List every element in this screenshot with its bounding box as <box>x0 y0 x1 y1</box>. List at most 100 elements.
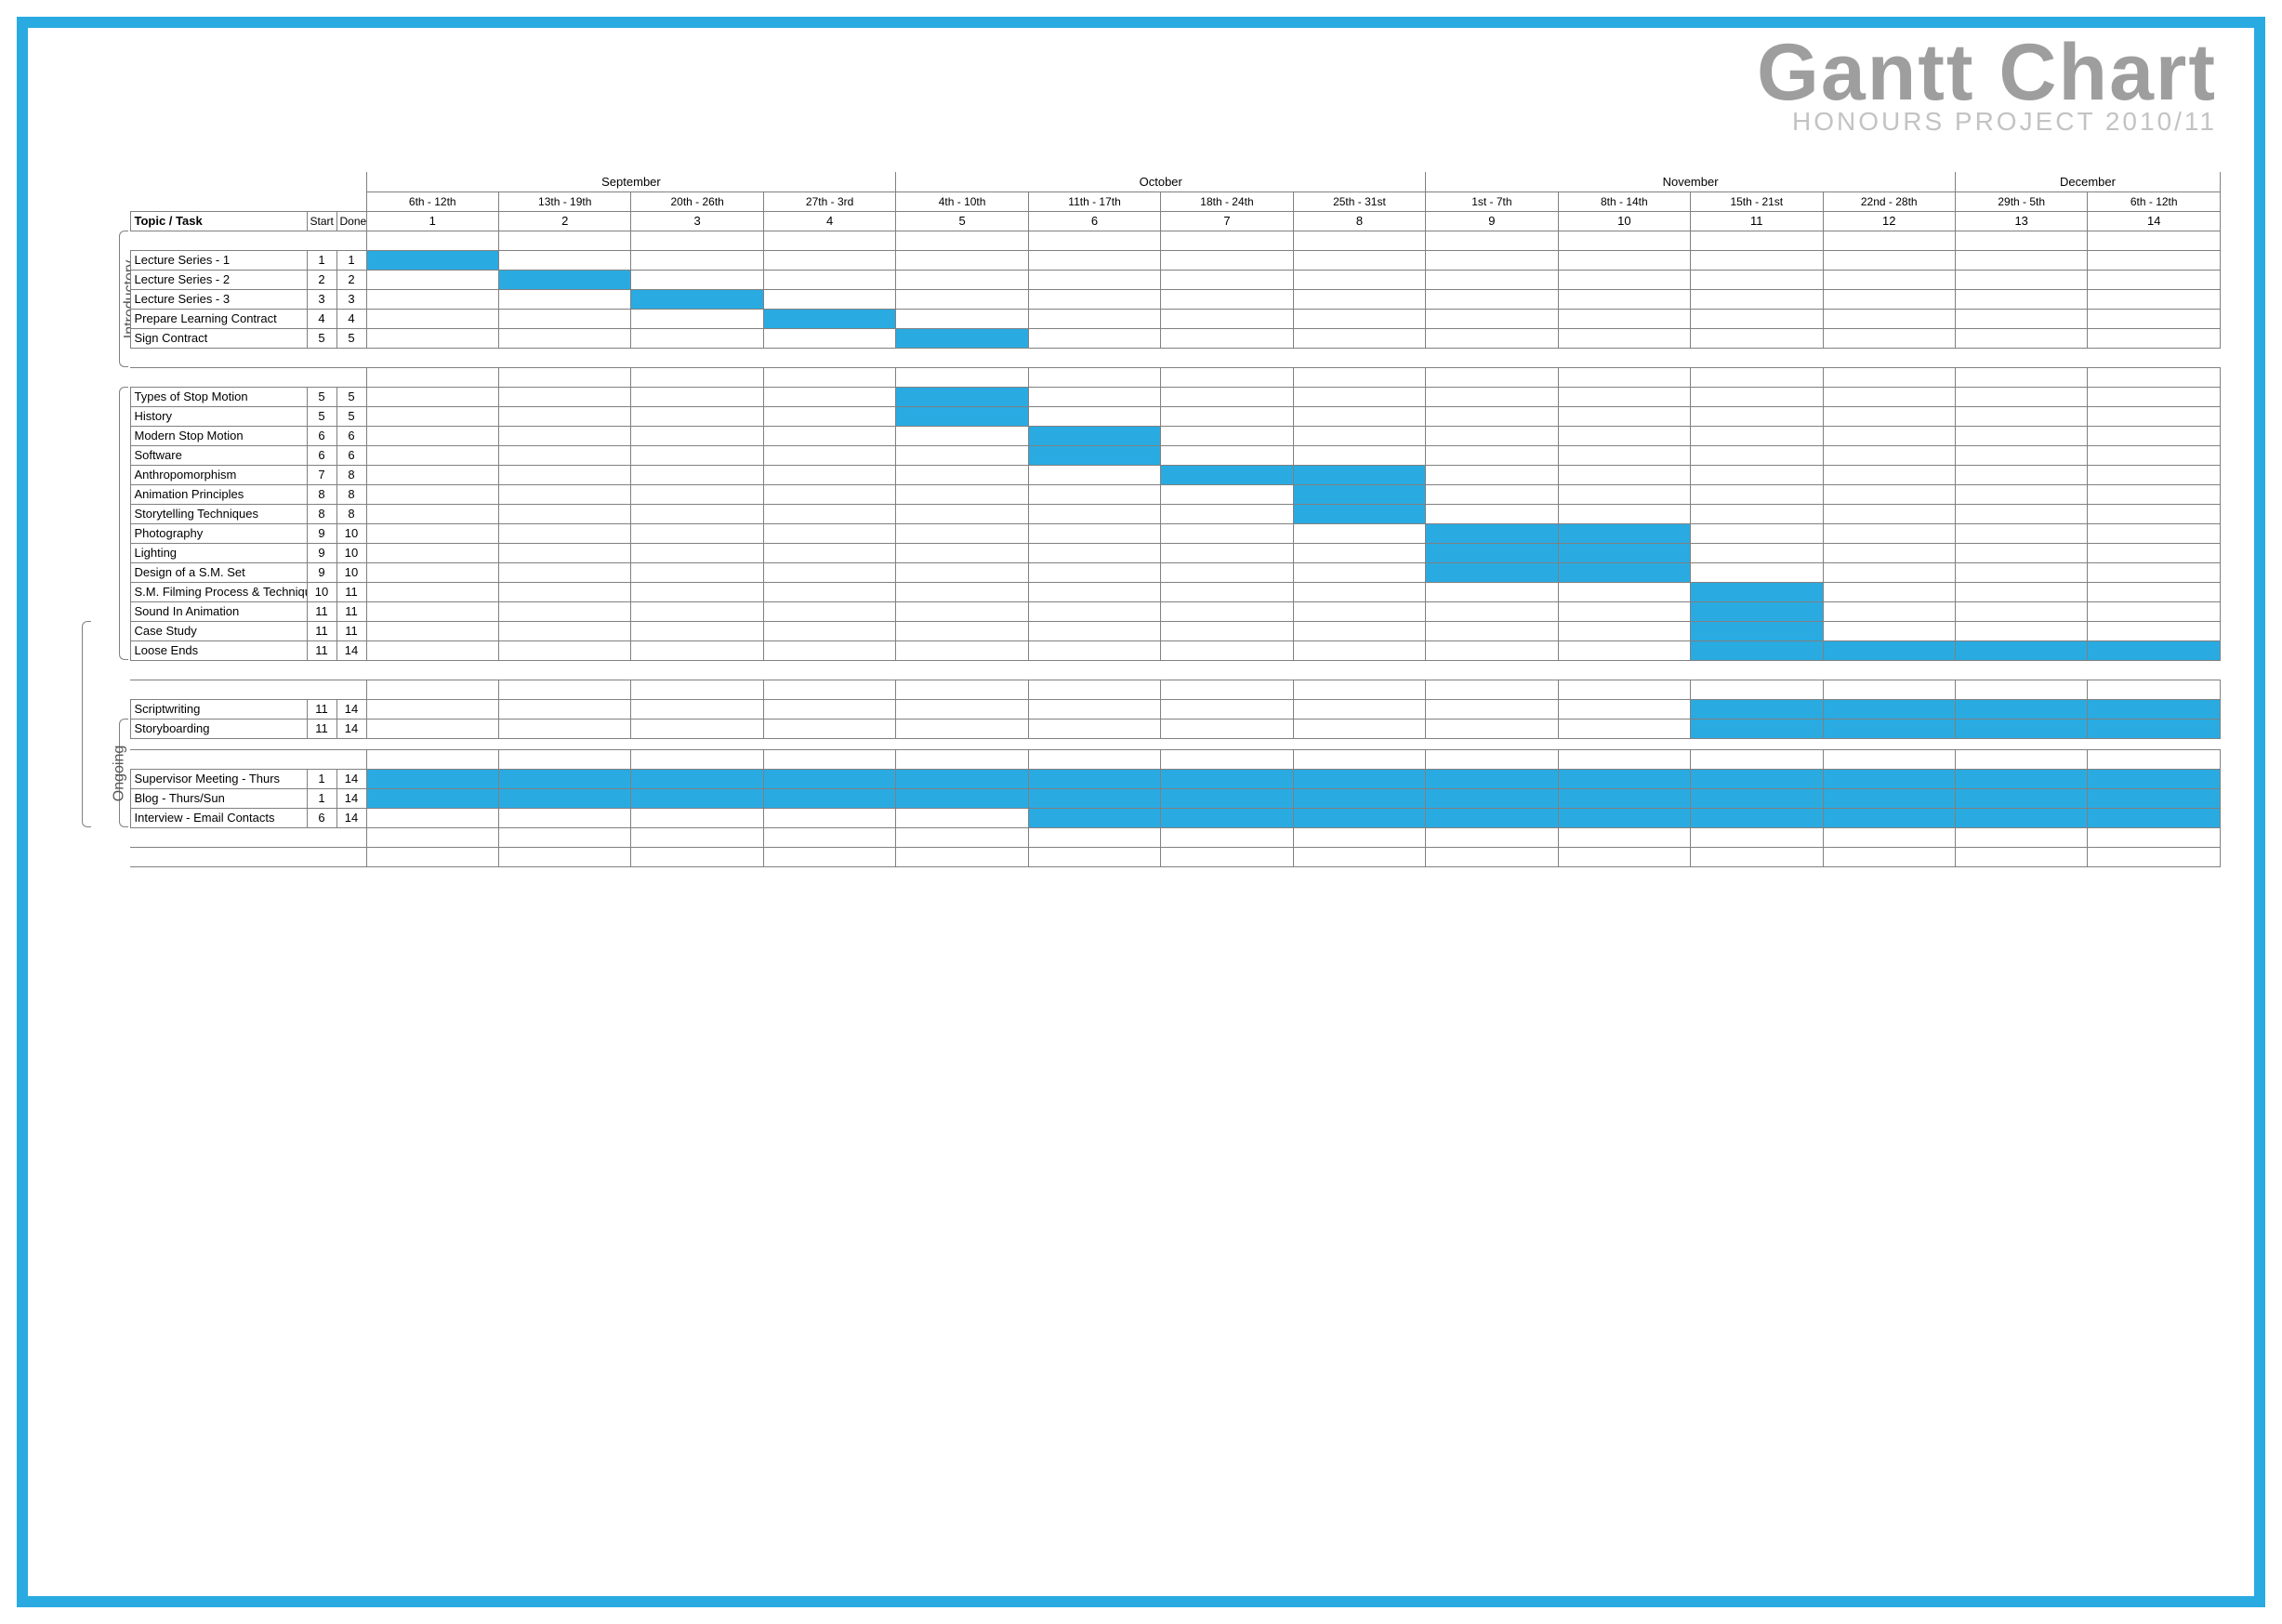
week-num: 6 <box>1028 211 1160 231</box>
task-start: 9 <box>307 562 336 582</box>
gantt-cell <box>1691 484 1823 504</box>
task-name: Design of a S.M. Set <box>130 562 307 582</box>
gantt-cell <box>1823 484 1955 504</box>
gantt-bar <box>1293 484 1425 504</box>
gantt-cell <box>1426 387 1558 406</box>
week-range: 11th - 17th <box>1028 191 1160 211</box>
gantt-cell <box>366 808 498 827</box>
section-pre-production: Pre-Production <box>56 621 93 827</box>
gantt-bar <box>1028 426 1160 445</box>
task-name: History <box>130 406 307 426</box>
gantt-cell <box>1955 406 2087 426</box>
task-start: 1 <box>307 769 336 788</box>
gantt-cell <box>498 289 630 309</box>
gantt-cell <box>1426 484 1558 504</box>
gantt-cell <box>896 523 1028 543</box>
gantt-bar <box>1293 504 1425 523</box>
task-start: 8 <box>307 484 336 504</box>
gantt-cell <box>896 808 1028 827</box>
task-done: 4 <box>336 309 366 328</box>
gantt-cell <box>1823 387 1955 406</box>
gantt-cell <box>1426 445 1558 465</box>
gantt-bar <box>1558 808 1690 827</box>
section-introductory: Introductory <box>93 231 130 367</box>
gantt-cell <box>1161 328 1293 348</box>
task-start: 1 <box>307 788 336 808</box>
gantt-cell <box>366 504 498 523</box>
gantt-cell <box>2088 562 2221 582</box>
gantt-cell <box>896 504 1028 523</box>
gantt-cell <box>366 465 498 484</box>
task-done: 10 <box>336 523 366 543</box>
gantt-cell <box>763 445 895 465</box>
gantt-cell <box>1823 250 1955 270</box>
task-name: Anthropomorphism <box>130 465 307 484</box>
gantt-bar <box>366 788 498 808</box>
task-name: Interview - Email Contacts <box>130 808 307 827</box>
gantt-cell <box>1161 289 1293 309</box>
task-name: Types of Stop Motion <box>130 387 307 406</box>
gantt-cell <box>763 543 895 562</box>
gantt-cell <box>631 582 763 601</box>
gantt-cell <box>1161 484 1293 504</box>
gantt-cell <box>1028 719 1160 738</box>
gantt-cell <box>1426 426 1558 445</box>
gantt-bar <box>1426 788 1558 808</box>
gantt-bar <box>1293 769 1425 788</box>
gantt-cell <box>631 523 763 543</box>
gantt-cell <box>1426 465 1558 484</box>
gantt-cell <box>1558 328 1690 348</box>
task-name: S.M. Filming Process & Techniques <box>130 582 307 601</box>
gantt-cell <box>1161 562 1293 582</box>
gantt-cell <box>1161 504 1293 523</box>
gantt-cell <box>366 309 498 328</box>
gantt-cell <box>498 445 630 465</box>
gantt-cell <box>1955 504 2087 523</box>
gantt-bar <box>1426 562 1558 582</box>
gantt-cell <box>763 484 895 504</box>
month-header: November <box>1426 172 1956 191</box>
gantt-cell <box>896 562 1028 582</box>
week-range: 29th - 5th <box>1955 191 2087 211</box>
gantt-cell <box>366 523 498 543</box>
gantt-cell <box>896 601 1028 621</box>
gantt-cell <box>498 387 630 406</box>
task-start: 11 <box>307 621 336 640</box>
gantt-cell <box>1691 387 1823 406</box>
gantt-cell <box>366 445 498 465</box>
gantt-cell <box>631 808 763 827</box>
gantt-bar <box>1558 543 1690 562</box>
gantt-cell <box>1691 309 1823 328</box>
gantt-bar <box>1161 769 1293 788</box>
gantt-cell <box>1426 719 1558 738</box>
gantt-cell <box>1691 445 1823 465</box>
gantt-bar <box>1691 719 1823 738</box>
gantt-cell <box>1426 699 1558 719</box>
gantt-cell <box>1426 328 1558 348</box>
gantt-cell <box>763 562 895 582</box>
gantt-bar <box>1691 640 1823 660</box>
gantt-cell <box>1691 523 1823 543</box>
gantt-bar <box>366 769 498 788</box>
gantt-cell <box>366 328 498 348</box>
gantt-bar <box>366 250 498 270</box>
task-start: 11 <box>307 719 336 738</box>
task-start: 7 <box>307 465 336 484</box>
task-start: 6 <box>307 808 336 827</box>
gantt-cell <box>1955 387 2087 406</box>
week-num: 4 <box>763 211 895 231</box>
task-start: 5 <box>307 387 336 406</box>
gantt-cell <box>1161 387 1293 406</box>
gantt-bar <box>1691 769 1823 788</box>
gantt-cell <box>498 504 630 523</box>
gantt-cell <box>1823 601 1955 621</box>
task-done: 8 <box>336 504 366 523</box>
gantt-cell <box>631 406 763 426</box>
gantt-cell <box>1691 289 1823 309</box>
gantt-cell <box>1161 582 1293 601</box>
gantt-bar <box>1426 808 1558 827</box>
gantt-cell <box>1823 562 1955 582</box>
task-done: 8 <box>336 484 366 504</box>
gantt-cell <box>366 387 498 406</box>
gantt-cell <box>1823 465 1955 484</box>
